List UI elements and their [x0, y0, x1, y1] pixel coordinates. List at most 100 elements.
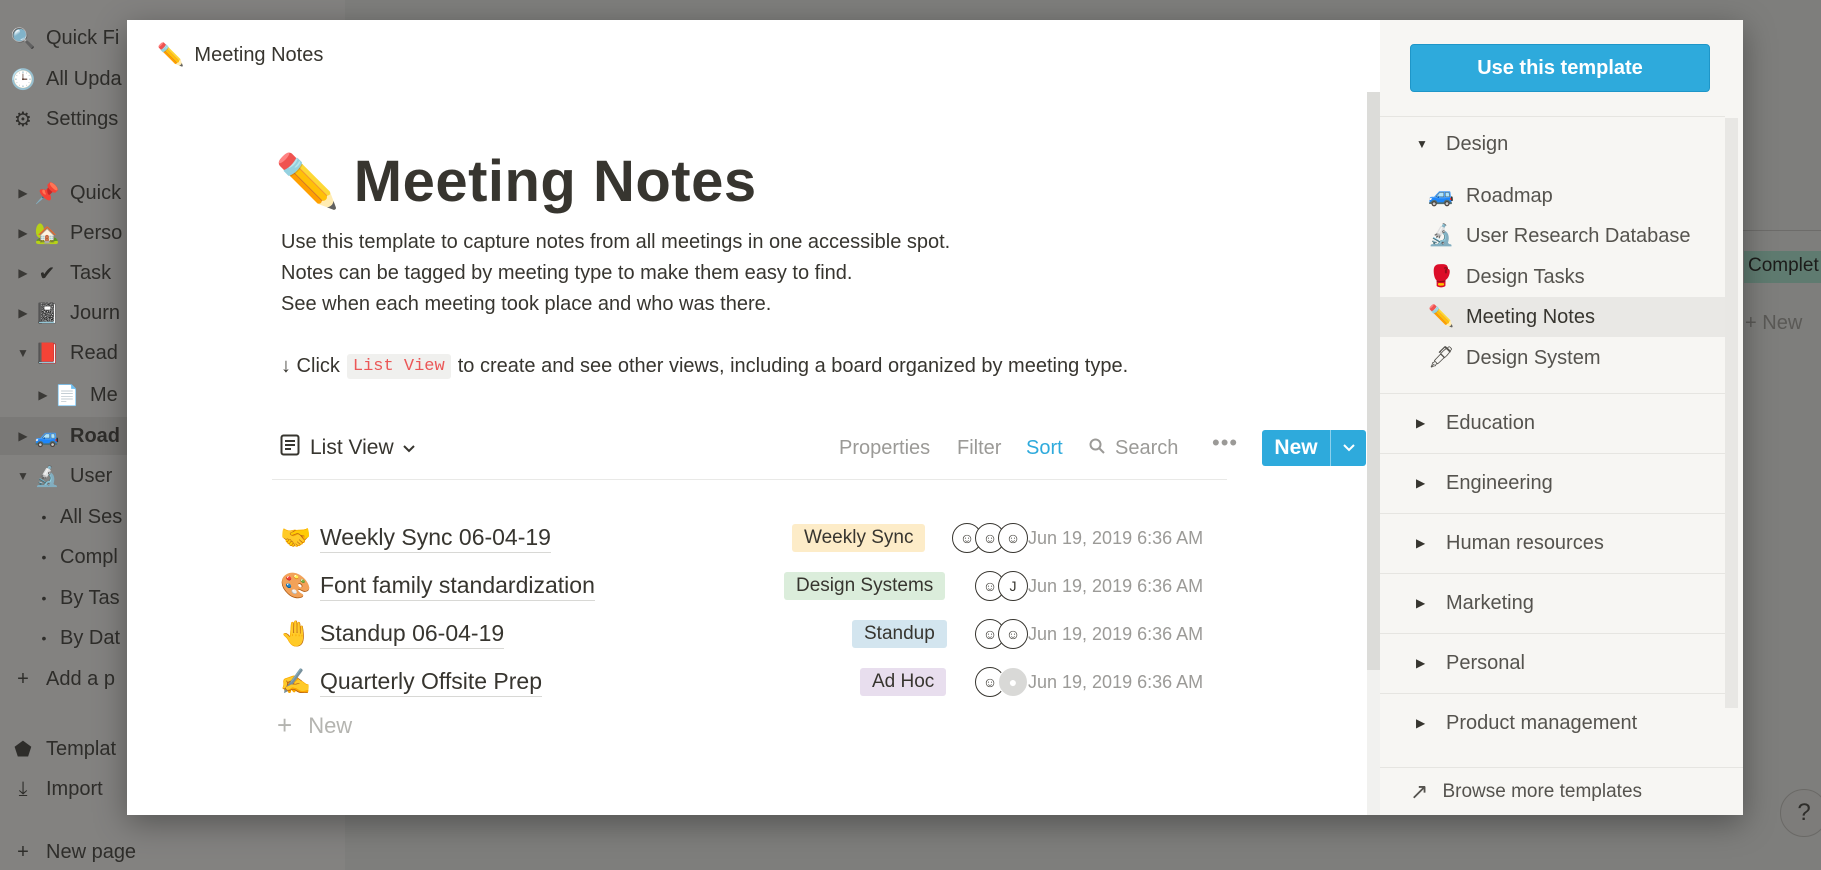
item-title[interactable]: Font family standardization [320, 572, 595, 601]
caret-right-icon[interactable]: ▶ [14, 306, 32, 320]
raised-hand-icon: 🤚 [280, 619, 312, 648]
sidebar-page-user-research[interactable]: ▼ 🔬 User [0, 457, 112, 495]
chevron-down-icon[interactable] [1331, 443, 1366, 453]
view-switcher[interactable]: List View [280, 434, 416, 462]
template-item-user-research[interactable]: 🔬 User Research Database [1380, 216, 1725, 256]
sidebar-import[interactable]: ⤓ Import [0, 770, 103, 808]
category-marketing[interactable]: ▶ Marketing [1380, 574, 1725, 632]
pen-icon: 🖋 [1428, 346, 1455, 369]
sidebar-all-updates[interactable]: 🕒 All Upda [0, 60, 122, 98]
hint-text: ↓ Click List View to create and see othe… [281, 354, 1129, 379]
item-title[interactable]: Quarterly Offsite Prep [320, 668, 542, 697]
caret-right-icon[interactable]: ▶ [14, 226, 32, 240]
plus-icon: + [17, 840, 29, 863]
browse-more-templates-link[interactable]: ↗ Browse more templates [1380, 768, 1725, 815]
list-view-icon [280, 434, 300, 462]
handshake-icon: 🤝 [280, 523, 312, 552]
sidebar-page-reading-child[interactable]: ▶ 📄 Me [0, 376, 117, 414]
inline-code: List View [346, 354, 451, 379]
template-modal: ✏️ Meeting Notes ✏️ Meeting Notes Use th… [127, 20, 1743, 815]
created-date: Jun 19, 2019 6:36 AM [1028, 576, 1204, 596]
clock-icon: 🕒 [10, 68, 36, 91]
plus-icon: + [277, 710, 293, 740]
category-engineering[interactable]: ▶ Engineering [1380, 454, 1725, 512]
caret-down-icon: ▼ [1416, 137, 1428, 151]
house-icon: 🏡 [34, 222, 60, 245]
item-title[interactable]: Standup 06-04-19 [320, 620, 505, 649]
use-template-button[interactable]: Use this template [1410, 44, 1710, 92]
car-icon: 🚙 [34, 425, 60, 448]
caret-down-icon[interactable]: ▼ [14, 469, 32, 483]
sidebar-view-by-task[interactable]: • By Tas [0, 579, 120, 617]
avatar: ● [998, 667, 1028, 697]
divider [272, 479, 1227, 480]
sidebar-settings[interactable]: ⚙ Settings [0, 100, 118, 138]
properties-button[interactable]: Properties [839, 437, 930, 460]
sidebar-page-journal[interactable]: ▶ 📓 Journ [0, 294, 120, 332]
item-title[interactable]: Weekly Sync 06-04-19 [320, 524, 551, 553]
filter-button[interactable]: Filter [957, 437, 1001, 460]
more-options-icon[interactable]: ••• [1212, 430, 1238, 456]
category-design[interactable]: ▼ Design [1380, 118, 1725, 170]
search-icon [1089, 437, 1105, 460]
category-product-management[interactable]: ▶ Product management [1380, 694, 1725, 752]
panel-scrollbar[interactable] [1725, 118, 1738, 708]
attendee-avatars: ☺ ☺ ☺ [952, 523, 1028, 553]
sidebar-page-reading[interactable]: ▼ 📕 Read [0, 334, 118, 372]
description-line: See when each meeting took place and who… [281, 293, 772, 315]
template-item-roadmap[interactable]: 🚙 Roadmap [1380, 176, 1725, 216]
template-item-design-system[interactable]: 🖋 Design System [1380, 338, 1725, 378]
preview-scrollbar-thumb[interactable] [1367, 92, 1380, 670]
sidebar-view-all-sessions[interactable]: • All Ses [0, 498, 123, 536]
category-personal[interactable]: ▶ Personal [1380, 634, 1725, 692]
pencil-icon: ✏️ [157, 42, 185, 67]
category-human-resources[interactable]: ▶ Human resources [1380, 514, 1725, 572]
caret-right-icon: ▶ [1416, 656, 1426, 670]
microscope-icon: 🔬 [34, 465, 60, 488]
sidebar-new-page[interactable]: + New page [0, 833, 136, 870]
page-icon: 📄 [54, 384, 80, 407]
caret-right-icon[interactable]: ▶ [34, 388, 52, 402]
caret-right-icon[interactable]: ▶ [14, 429, 32, 443]
sidebar-quick-find[interactable]: 🔍 Quick Fi [0, 19, 120, 57]
arrow-up-right-icon: ↗ [1410, 778, 1429, 804]
preview-header-title: Meeting Notes [194, 43, 324, 66]
sidebar-page-quick[interactable]: ▶ 📌 Quick [0, 174, 121, 212]
download-icon: ⤓ [18, 777, 28, 800]
template-item-design-tasks[interactable]: 🥊 Design Tasks [1380, 257, 1725, 297]
created-date: Jun 19, 2019 6:36 AM [1028, 528, 1204, 548]
page-title: ✏️ Meeting Notes [275, 148, 757, 215]
sidebar-view-by-date[interactable]: • By Dat [0, 619, 120, 657]
caret-right-icon: ▶ [1416, 416, 1426, 430]
add-new-item[interactable]: + New [277, 710, 352, 741]
sidebar-page-personal[interactable]: ▶ 🏡 Perso [0, 214, 122, 252]
created-date: Jun 19, 2019 6:36 AM [1028, 672, 1204, 692]
description-line: Use this template to capture notes from … [281, 231, 951, 253]
database-toolbar: List View Properties Filter Sort Search … [272, 426, 1366, 474]
help-button[interactable]: ? [1780, 789, 1821, 837]
attendee-avatars: ☺ ● [975, 667, 1028, 697]
caret-down-icon[interactable]: ▼ [14, 346, 32, 360]
new-button-label: New [1274, 436, 1318, 459]
new-button[interactable]: New [1262, 430, 1366, 466]
caret-right-icon: ▶ [1416, 476, 1426, 490]
sidebar-view-completed[interactable]: • Compl [0, 538, 118, 576]
search-button[interactable]: Search [1089, 437, 1178, 460]
category-education[interactable]: ▶ Education [1380, 394, 1725, 452]
background-status-tag: Complet [1744, 251, 1821, 283]
sidebar-page-task[interactable]: ▶ ✔ Task [0, 254, 111, 292]
caret-right-icon: ▶ [1416, 596, 1426, 610]
template-item-meeting-notes[interactable]: ✏️ Meeting Notes [1380, 297, 1725, 337]
description-line: Notes can be tagged by meeting type to m… [281, 262, 853, 284]
sidebar-add-page[interactable]: + Add a p [0, 660, 115, 698]
caret-right-icon[interactable]: ▶ [14, 186, 32, 200]
avatar: ☺ [998, 619, 1028, 649]
sort-button[interactable]: Sort [1026, 437, 1063, 460]
sidebar-templates[interactable]: ⬟ Templat [0, 730, 116, 768]
pencil-icon: ✏️ [1428, 305, 1455, 328]
meeting-type-tag: Ad Hoc [860, 668, 947, 696]
caret-right-icon: ▶ [1416, 716, 1426, 730]
caret-right-icon[interactable]: ▶ [14, 266, 32, 280]
plus-icon: + [17, 667, 29, 690]
palette-icon: 🎨 [280, 571, 312, 600]
